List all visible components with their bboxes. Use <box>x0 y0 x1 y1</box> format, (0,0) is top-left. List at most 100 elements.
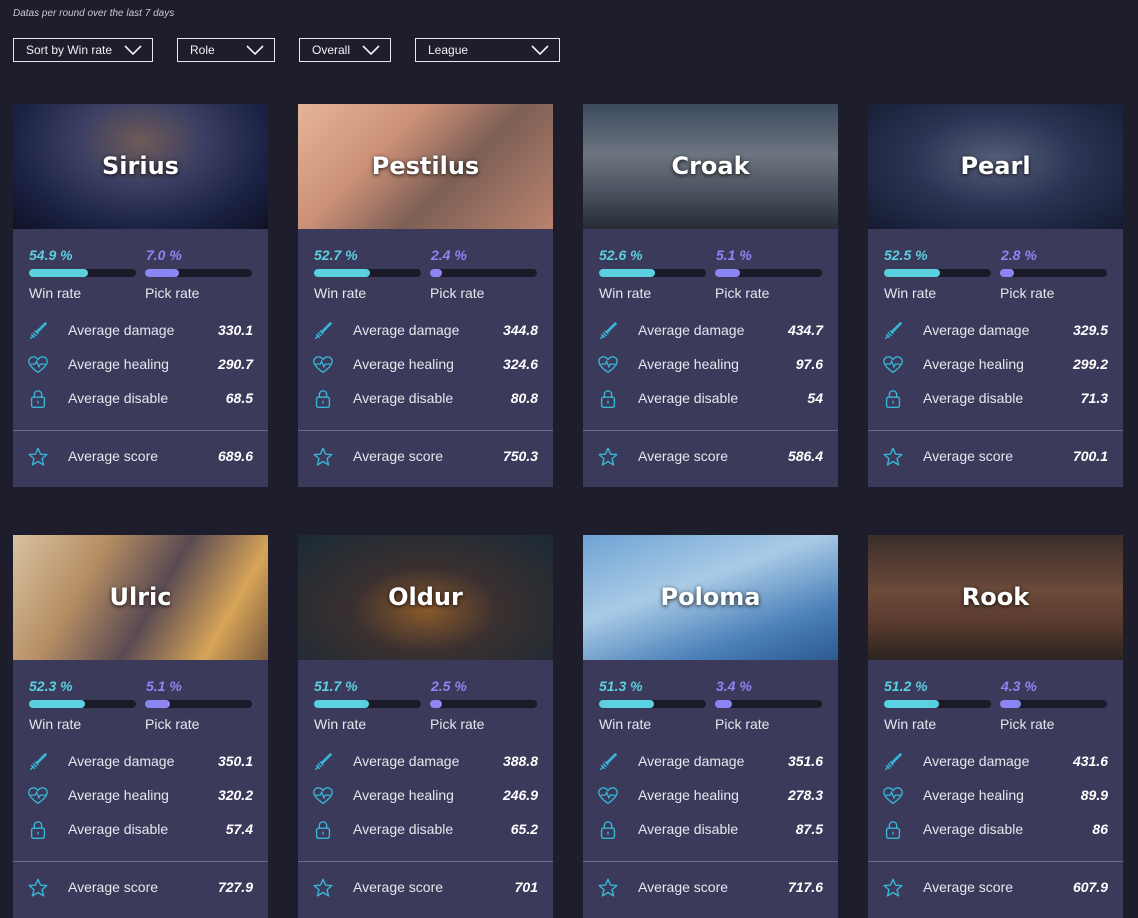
avg-damage-label: Average damage <box>923 322 1030 338</box>
avg-score-value: 700.1 <box>1072 448 1108 464</box>
avg-score-row: Average score 689.6 <box>13 442 268 472</box>
champion-portrait: Oldur <box>298 535 553 660</box>
pick-rate-value: 5.1 % <box>146 678 182 694</box>
avg-disable-value: 87.5 <box>795 821 823 837</box>
divider <box>583 430 838 431</box>
lock-icon <box>27 388 49 410</box>
win-rate-label: Win rate <box>599 716 652 732</box>
champion-card-ulric[interactable]: Ulric 52.3 % 5.1 % Win rate Pick rate Av… <box>13 535 268 918</box>
avg-score-value: 586.4 <box>787 448 823 464</box>
avg-score-row: Average score 727.9 <box>13 873 268 903</box>
avg-healing-value: 324.6 <box>502 356 538 372</box>
avg-disable-label: Average disable <box>353 821 454 837</box>
avg-score-row: Average score 607.9 <box>868 873 1123 903</box>
sort-dropdown[interactable]: Sort by Win rate <box>13 38 153 62</box>
avg-disable-label: Average disable <box>353 390 454 406</box>
avg-damage-value: 350.1 <box>217 753 253 769</box>
win-rate-bar <box>314 700 421 708</box>
champion-name: Sirius <box>102 152 179 180</box>
avg-disable-label: Average disable <box>923 821 1024 837</box>
lock-icon <box>882 388 904 410</box>
pick-rate-label: Pick rate <box>715 716 770 732</box>
avg-score-value: 701 <box>514 879 538 895</box>
pick-rate-bar-fill <box>715 269 740 277</box>
win-rate-bar-fill <box>884 700 939 708</box>
avg-score-value: 607.9 <box>1072 879 1108 895</box>
champion-card-rook[interactable]: Rook 51.2 % 4.3 % Win rate Pick rate Ave… <box>868 535 1123 918</box>
pick-rate-bar <box>715 700 822 708</box>
pick-rate-label: Pick rate <box>145 716 200 732</box>
champion-card-oldur[interactable]: Oldur 51.7 % 2.5 % Win rate Pick rate Av… <box>298 535 553 918</box>
divider <box>13 430 268 431</box>
lock-icon <box>27 819 49 841</box>
avg-disable-value: 54 <box>807 390 823 406</box>
win-rate-bar <box>884 269 991 277</box>
champion-name: Pearl <box>960 152 1031 180</box>
avg-healing-row: Average healing 89.9 <box>868 781 1123 811</box>
avg-damage-value: 431.6 <box>1072 753 1108 769</box>
avg-score-label: Average score <box>68 879 159 895</box>
pick-rate-value: 2.4 % <box>431 247 467 263</box>
champion-portrait: Pestilus <box>298 104 553 229</box>
avg-disable-value: 68.5 <box>225 390 253 406</box>
win-rate-label: Win rate <box>29 285 82 301</box>
champion-name: Rook <box>961 583 1030 611</box>
champion-card-croak[interactable]: Croak 52.6 % 5.1 % Win rate Pick rate Av… <box>583 104 838 487</box>
avg-score-label: Average score <box>638 448 729 464</box>
champion-card-pestilus[interactable]: Pestilus 52.7 % 2.4 % Win rate Pick rate… <box>298 104 553 487</box>
avg-score-value: 750.3 <box>502 448 538 464</box>
avg-healing-row: Average healing 278.3 <box>583 781 838 811</box>
lock-icon <box>882 819 904 841</box>
avg-damage-value: 388.8 <box>502 753 538 769</box>
pick-rate-value: 3.4 % <box>716 678 752 694</box>
avg-disable-label: Average disable <box>923 390 1024 406</box>
heart-pulse-icon <box>882 785 904 807</box>
star-icon <box>597 877 619 899</box>
champion-card-sirius[interactable]: Sirius 54.9 % 7.0 % Win rate Pick rate A… <box>13 104 268 487</box>
avg-damage-value: 351.6 <box>787 753 823 769</box>
avg-healing-label: Average healing <box>923 787 1024 803</box>
avg-disable-value: 86 <box>1092 821 1108 837</box>
win-rate-bar <box>29 700 136 708</box>
avg-healing-label: Average healing <box>68 356 169 372</box>
role-dropdown[interactable]: Role <box>177 38 275 62</box>
pick-rate-bar-fill <box>430 269 442 277</box>
heart-pulse-icon <box>882 354 904 376</box>
champion-card-poloma[interactable]: Poloma 51.3 % 3.4 % Win rate Pick rate A… <box>583 535 838 918</box>
avg-score-row: Average score 586.4 <box>583 442 838 472</box>
avg-damage-label: Average damage <box>638 322 745 338</box>
sword-icon <box>312 320 334 342</box>
star-icon <box>597 446 619 468</box>
star-icon <box>312 877 334 899</box>
champion-name: Poloma <box>660 583 761 611</box>
pick-rate-label: Pick rate <box>145 285 200 301</box>
avg-damage-row: Average damage 350.1 <box>13 747 268 777</box>
pick-rate-label: Pick rate <box>1000 716 1055 732</box>
avg-damage-row: Average damage 330.1 <box>13 316 268 346</box>
avg-healing-value: 299.2 <box>1072 356 1108 372</box>
win-rate-value: 51.3 % <box>599 678 643 694</box>
avg-score-value: 727.9 <box>217 879 253 895</box>
avg-score-row: Average score 701 <box>298 873 553 903</box>
win-rate-bar-fill <box>884 269 940 277</box>
pick-rate-bar-fill <box>430 700 442 708</box>
divider <box>298 430 553 431</box>
pick-rate-label: Pick rate <box>430 285 485 301</box>
league-dropdown[interactable]: League <box>415 38 560 62</box>
star-icon <box>27 877 49 899</box>
avg-damage-value: 344.8 <box>502 322 538 338</box>
overall-dropdown[interactable]: Overall <box>299 38 391 62</box>
avg-healing-value: 290.7 <box>217 356 253 372</box>
lock-icon <box>597 388 619 410</box>
champion-name: Croak <box>671 152 750 180</box>
win-rate-value: 52.3 % <box>29 678 73 694</box>
avg-score-row: Average score 750.3 <box>298 442 553 472</box>
champion-portrait: Rook <box>868 535 1123 660</box>
champion-name: Pestilus <box>371 152 480 180</box>
win-rate-bar <box>599 700 706 708</box>
sword-icon <box>882 320 904 342</box>
champion-card-pearl[interactable]: Pearl 52.5 % 2.8 % Win rate Pick rate Av… <box>868 104 1123 487</box>
sword-icon <box>597 751 619 773</box>
pick-rate-label: Pick rate <box>430 716 485 732</box>
avg-disable-row: Average disable 57.4 <box>13 815 268 845</box>
